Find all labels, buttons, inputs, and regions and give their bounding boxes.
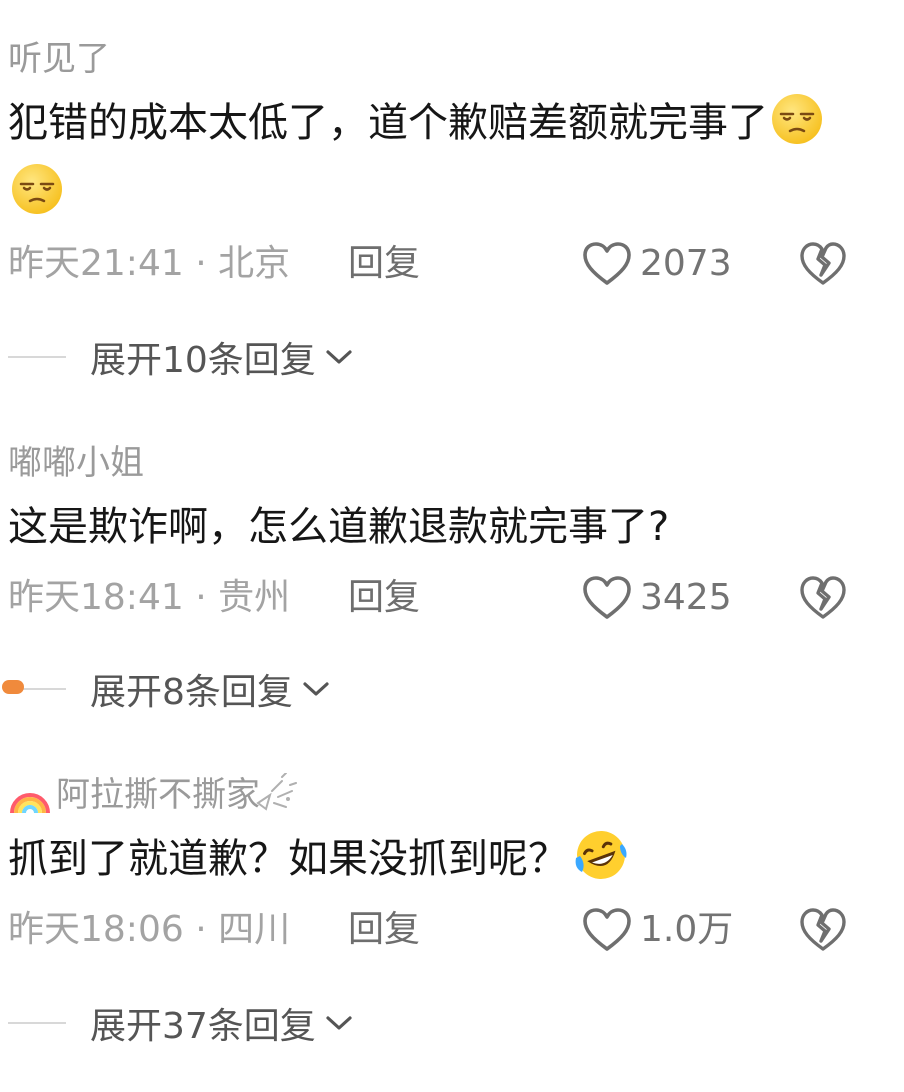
sparkle-icon [256, 773, 297, 811]
broken-heart-icon[interactable] [800, 241, 846, 287]
comment-text-content: 抓到了就道歉？如果没抓到呢？ [8, 836, 568, 882]
expand-replies-button[interactable]: 展开10条回复 [8, 332, 354, 382]
reply-button[interactable]: 回复 [348, 234, 420, 294]
expand-replies-button[interactable]: 展开37条回复 [8, 998, 354, 1048]
comment-text-content: 这是欺诈啊，怎么道歉退款就完事了? [8, 504, 670, 550]
like-button[interactable]: 2073 [582, 234, 732, 294]
expand-replies-label: 展开8条回复 [90, 672, 293, 713]
comment-username[interactable]: 听见了 [8, 38, 896, 80]
heart-icon [583, 576, 631, 619]
like-button[interactable]: 3425 [582, 568, 732, 628]
unread-dot [2, 680, 24, 694]
chevron-down-icon [303, 682, 329, 696]
expand-replies-label: 展开10条回复 [90, 340, 316, 381]
comment-username[interactable]: 嘟嘟小姐 [8, 442, 896, 484]
heart-icon [583, 908, 631, 951]
like-count: 3425 [640, 577, 732, 618]
divider-line [8, 1022, 66, 1024]
rainbow-icon [10, 793, 50, 814]
like-button[interactable]: 1.0万 [582, 900, 733, 960]
comment-time-location: 昨天18:41 · 贵州 [8, 577, 291, 618]
smirk-face-icon [12, 164, 62, 214]
comment-item: 嘟嘟小姐 这是欺诈啊，怎么道歉退款就完事了? 昨天18:41 · 贵州 回复 3… [8, 442, 896, 628]
comment-item: 听见了 犯错的成本太低了，道个歉赔差额就完事了 昨天21:41 · 北京 回复 [8, 38, 896, 294]
comment-meta: 昨天21:41 · 北京 回复 2073 [8, 234, 896, 294]
chevron-down-icon [326, 350, 352, 364]
comment-text-content: 犯错的成本太低了，道个歉赔差额就完事了 [8, 100, 768, 146]
reply-button[interactable]: 回复 [348, 568, 420, 628]
comment-meta: 昨天18:41 · 贵州 回复 3425 [8, 568, 896, 628]
comment-username-row[interactable]: 阿拉撕不撕家 [8, 773, 896, 816]
comment-meta: 昨天18:06 · 四川 回复 1.0万 [8, 900, 896, 960]
divider-line [8, 356, 66, 358]
comment-text: 犯错的成本太低了，道个歉赔差额就完事了 [8, 88, 848, 228]
expand-replies-label: 展开37条回复 [90, 1006, 316, 1047]
comment-text: 抓到了就道歉？如果没抓到呢？ [8, 824, 848, 894]
comment-text: 这是欺诈啊，怎么道歉退款就完事了? [8, 492, 848, 562]
smirk-face-icon [772, 94, 822, 144]
broken-heart-icon[interactable] [800, 907, 846, 953]
like-count: 1.0万 [640, 909, 734, 950]
comment-username: 阿拉撕不撕家 [56, 775, 260, 815]
comment-time-location: 昨天21:41 · 北京 [8, 243, 291, 284]
comment-item: 阿拉撕不撕家 抓到了就道歉？如果没抓到呢？ 昨天18:06 · 四川 回复 1.… [8, 773, 896, 960]
heart-icon [583, 242, 631, 285]
comment-time-location: 昨天18:06 · 四川 [8, 909, 291, 950]
expand-replies-button[interactable]: 展开8条回复 [2, 664, 331, 714]
chevron-down-icon [326, 1016, 352, 1030]
laughing-tears-icon [575, 831, 627, 879]
broken-heart-icon[interactable] [800, 575, 846, 621]
like-count: 2073 [640, 243, 732, 284]
reply-button[interactable]: 回复 [348, 900, 420, 960]
